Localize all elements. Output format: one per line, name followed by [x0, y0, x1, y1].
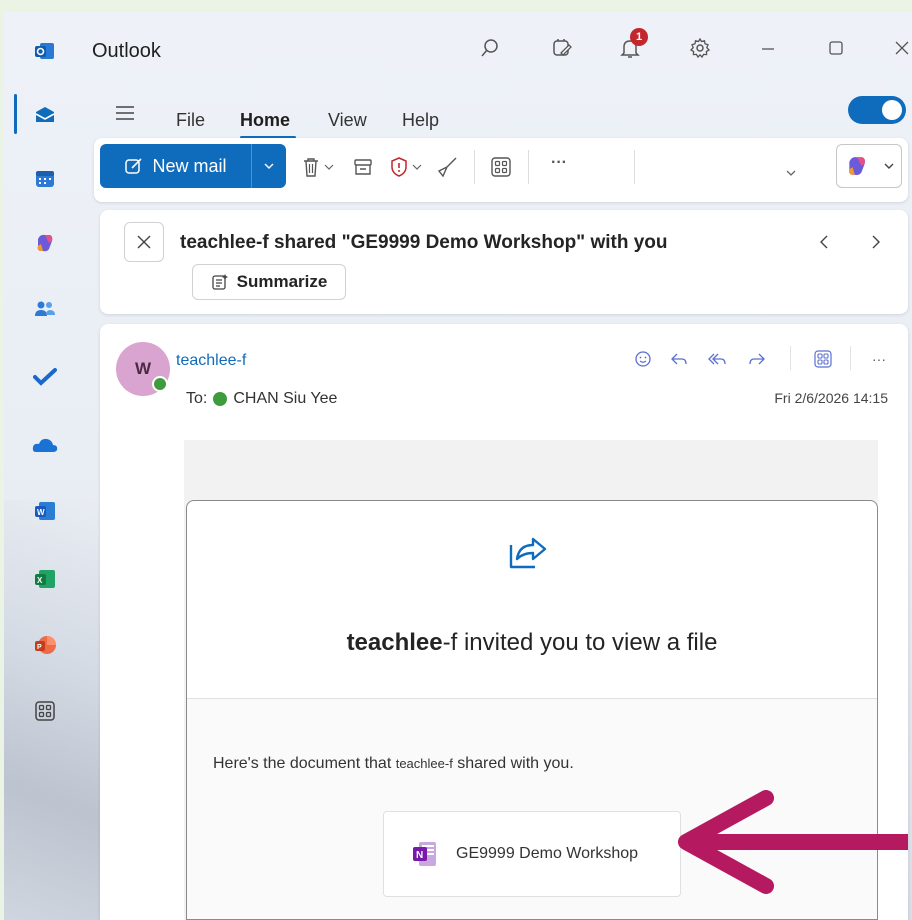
delete-dropdown-icon[interactable]	[322, 154, 336, 180]
open-file-button[interactable]: N GE9999 Demo Workshop	[383, 811, 681, 897]
rail-active-indicator	[14, 94, 17, 134]
document-description: Here's the document that teachlee-f shar…	[213, 755, 574, 773]
reply-all-icon[interactable]	[706, 348, 728, 370]
menu-bar: File Home View Help	[88, 84, 912, 142]
apps-grid-icon[interactable]	[488, 154, 514, 180]
close-message-icon[interactable]	[124, 222, 164, 262]
new-mail-label: New mail	[152, 155, 227, 176]
search-icon[interactable]	[476, 34, 504, 62]
close-window-icon[interactable]	[888, 34, 912, 62]
compose-icon	[125, 158, 143, 174]
delete-icon[interactable]	[298, 154, 324, 180]
app-title: Outlook	[92, 40, 161, 62]
title-bar: Outlook 1	[88, 12, 912, 84]
summarize-button[interactable]: Summarize	[192, 264, 346, 300]
recipient-name[interactable]: CHAN Siu Yee	[233, 390, 337, 408]
message-date: Fri 2/6/2026 14:15	[774, 390, 888, 406]
calendar-icon[interactable]	[32, 166, 58, 192]
hamburger-menu-icon[interactable]	[114, 104, 136, 127]
onedrive-icon[interactable]	[32, 432, 58, 458]
notes-icon[interactable]	[548, 34, 576, 62]
message-more-icon[interactable]: ···	[868, 348, 890, 370]
report-dropdown-icon[interactable]	[410, 154, 424, 180]
subject-header: teachlee-f shared "GE9999 Demo Workshop"…	[100, 210, 908, 314]
avatar-initial: W	[134, 359, 152, 378]
ribbon-separator	[528, 150, 529, 184]
ribbon-expand-chevron-icon[interactable]	[778, 160, 804, 186]
svg-text:P: P	[37, 644, 42, 651]
people-icon[interactable]	[32, 296, 58, 322]
onenote-icon: N	[413, 842, 436, 866]
doc-text-start: Here's the document that	[213, 755, 396, 772]
summarize-label: Summarize	[236, 272, 328, 291]
recipient-line: To: CHAN Siu Yee	[186, 390, 337, 408]
new-mail-button[interactable]: New mail	[100, 144, 286, 188]
svg-text:N: N	[416, 850, 423, 861]
action-separator	[790, 346, 791, 370]
share-icon	[509, 537, 547, 569]
sender-name[interactable]: teachlee-f	[176, 352, 246, 370]
more-options-icon[interactable]: ···	[546, 150, 572, 176]
ribbon-separator	[474, 150, 475, 184]
annotation-arrow	[672, 790, 912, 894]
invite-sender: teachlee	[346, 629, 443, 656]
forward-icon[interactable]	[746, 348, 768, 370]
presence-available-icon	[152, 376, 168, 392]
summarize-icon	[211, 274, 228, 290]
sweep-broom-icon[interactable]	[434, 154, 460, 180]
doc-text-end: shared with you.	[452, 755, 574, 772]
maximize-icon[interactable]	[822, 34, 850, 62]
invite-heading: teachlee-f invited you to view a file	[187, 629, 877, 657]
copilot-icon	[848, 157, 865, 175]
next-message-icon[interactable]	[864, 230, 888, 254]
previous-message-icon[interactable]	[812, 230, 836, 254]
action-separator	[850, 346, 851, 370]
word-icon[interactable]: W	[32, 498, 58, 524]
copilot-button[interactable]	[836, 144, 902, 188]
menu-file[interactable]: File	[176, 110, 205, 131]
copilot-icon[interactable]	[32, 230, 58, 256]
settings-gear-icon[interactable]	[686, 34, 714, 62]
notifications-bell-icon[interactable]: 1	[616, 28, 648, 62]
new-outlook-toggle[interactable]	[848, 96, 906, 124]
powerpoint-icon[interactable]: P	[32, 632, 58, 658]
outlook-logo-icon	[32, 38, 58, 64]
mail-icon[interactable]	[32, 102, 58, 128]
ribbon-toolbar: New mail ···	[94, 138, 908, 202]
svg-text:W: W	[37, 508, 45, 517]
archive-icon[interactable]	[350, 154, 376, 180]
more-apps-icon[interactable]	[32, 698, 58, 724]
file-name: GE9999 Demo Workshop	[456, 845, 639, 862]
react-emoji-icon[interactable]	[632, 348, 654, 370]
reply-icon[interactable]	[668, 348, 690, 370]
doc-text-sender: teachlee-f	[395, 756, 453, 771]
minimize-icon[interactable]	[754, 34, 782, 62]
message-subject: teachlee-f shared "GE9999 Demo Workshop"…	[180, 232, 668, 253]
svg-text:X: X	[37, 576, 43, 585]
outlook-window: W X P Outlook 1 File Home View Help New …	[4, 12, 912, 920]
chevron-down-icon	[264, 163, 274, 169]
card-header: teachlee-f invited you to view a file	[187, 501, 877, 699]
new-mail-dropdown[interactable]	[252, 144, 286, 188]
menu-view[interactable]: View	[328, 110, 367, 131]
to-label: To:	[186, 390, 208, 407]
notification-badge: 1	[630, 28, 648, 46]
menu-home[interactable]: Home	[240, 110, 290, 131]
chevron-down-icon	[884, 163, 893, 169]
report-shield-icon[interactable]	[386, 154, 412, 180]
todo-icon[interactable]	[32, 364, 58, 390]
ribbon-separator	[634, 150, 635, 184]
new-mail-main[interactable]: New mail	[100, 144, 252, 188]
excel-icon[interactable]: X	[32, 566, 58, 592]
apps-grid-icon[interactable]	[812, 348, 834, 370]
invite-text: -f invited you to view a file	[442, 629, 718, 656]
app-rail: W X P	[4, 12, 88, 920]
menu-help[interactable]: Help	[402, 110, 439, 131]
recipient-presence-icon	[213, 392, 228, 406]
